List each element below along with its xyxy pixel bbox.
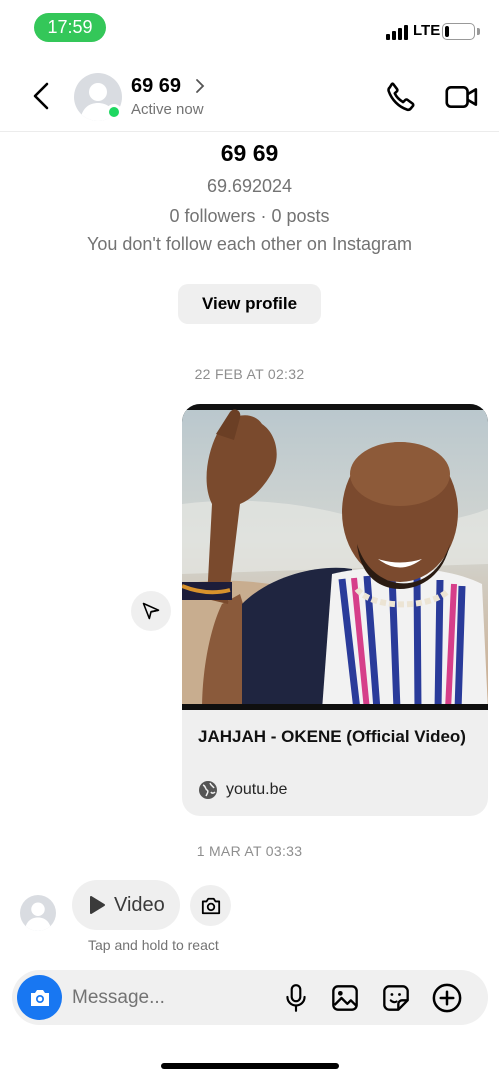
video-camera-icon — [445, 85, 478, 109]
plus-icon — [432, 983, 462, 1013]
link-domain-row: youtu.be — [198, 780, 287, 800]
message-timestamp: 1 MAR AT 03:33 — [196, 843, 303, 859]
profile-name: 69 69 — [220, 140, 279, 166]
back-button[interactable] — [28, 78, 54, 114]
camera-icon — [30, 989, 49, 1006]
battery-icon — [442, 23, 475, 40]
message-composer — [12, 970, 488, 1025]
phone-icon — [387, 82, 415, 112]
sticker-button[interactable] — [380, 982, 412, 1014]
chat-header: 69 69 Active now — [0, 56, 499, 132]
video-label: Video — [114, 893, 165, 916]
profile-stats: 0 followers · 0 posts — [169, 206, 330, 226]
voice-message-button[interactable] — [280, 982, 312, 1014]
profile-username: 69.692024 — [206, 176, 293, 196]
gallery-button[interactable] — [329, 982, 361, 1014]
presence-status: Active now — [131, 101, 204, 118]
message-input[interactable] — [72, 982, 272, 1014]
battery-level — [445, 26, 449, 37]
gallery-icon — [332, 985, 358, 1011]
back-chevron-icon — [33, 82, 49, 110]
composer-camera-button[interactable] — [17, 975, 62, 1020]
send-icon — [142, 602, 160, 620]
camera-icon — [201, 897, 220, 914]
play-icon — [90, 896, 105, 914]
camera-reply-button[interactable] — [190, 885, 231, 926]
sticker-icon — [383, 985, 409, 1011]
follow-status: You don't follow each other on Instagram — [87, 234, 412, 254]
signal-icon — [386, 25, 408, 40]
link-title[interactable]: JAHJAH - OKENE (Official Video) — [198, 726, 478, 747]
online-indicator — [106, 104, 122, 120]
status-bar: 17:59 LTE — [0, 0, 499, 56]
sender-avatar[interactable] — [20, 895, 56, 931]
chevron-right-icon[interactable] — [195, 78, 205, 94]
message-timestamp: 22 FEB AT 02:32 — [194, 366, 305, 382]
shared-link-card[interactable]: JAHJAH - OKENE (Official Video) youtu.be — [182, 404, 488, 816]
react-hint: Tap and hold to react — [88, 937, 219, 953]
video-call-button[interactable] — [444, 80, 480, 114]
default-avatar-icon — [24, 902, 52, 931]
view-profile-button[interactable]: View profile — [178, 284, 321, 324]
video-message[interactable]: Video — [72, 880, 180, 930]
status-time: 17:59 — [34, 13, 106, 42]
video-thumbnail[interactable] — [182, 404, 488, 711]
thumbnail-image — [182, 404, 488, 711]
microphone-icon — [286, 984, 306, 1012]
contact-name[interactable]: 69 69 — [131, 75, 181, 98]
network-label: LTE — [413, 22, 441, 39]
more-options-button[interactable] — [431, 982, 463, 1014]
audio-call-button[interactable] — [384, 80, 418, 114]
link-domain: youtu.be — [226, 781, 288, 798]
forward-button[interactable] — [131, 591, 171, 631]
battery-tip — [477, 28, 480, 35]
home-indicator — [161, 1063, 339, 1069]
globe-icon — [199, 781, 217, 799]
